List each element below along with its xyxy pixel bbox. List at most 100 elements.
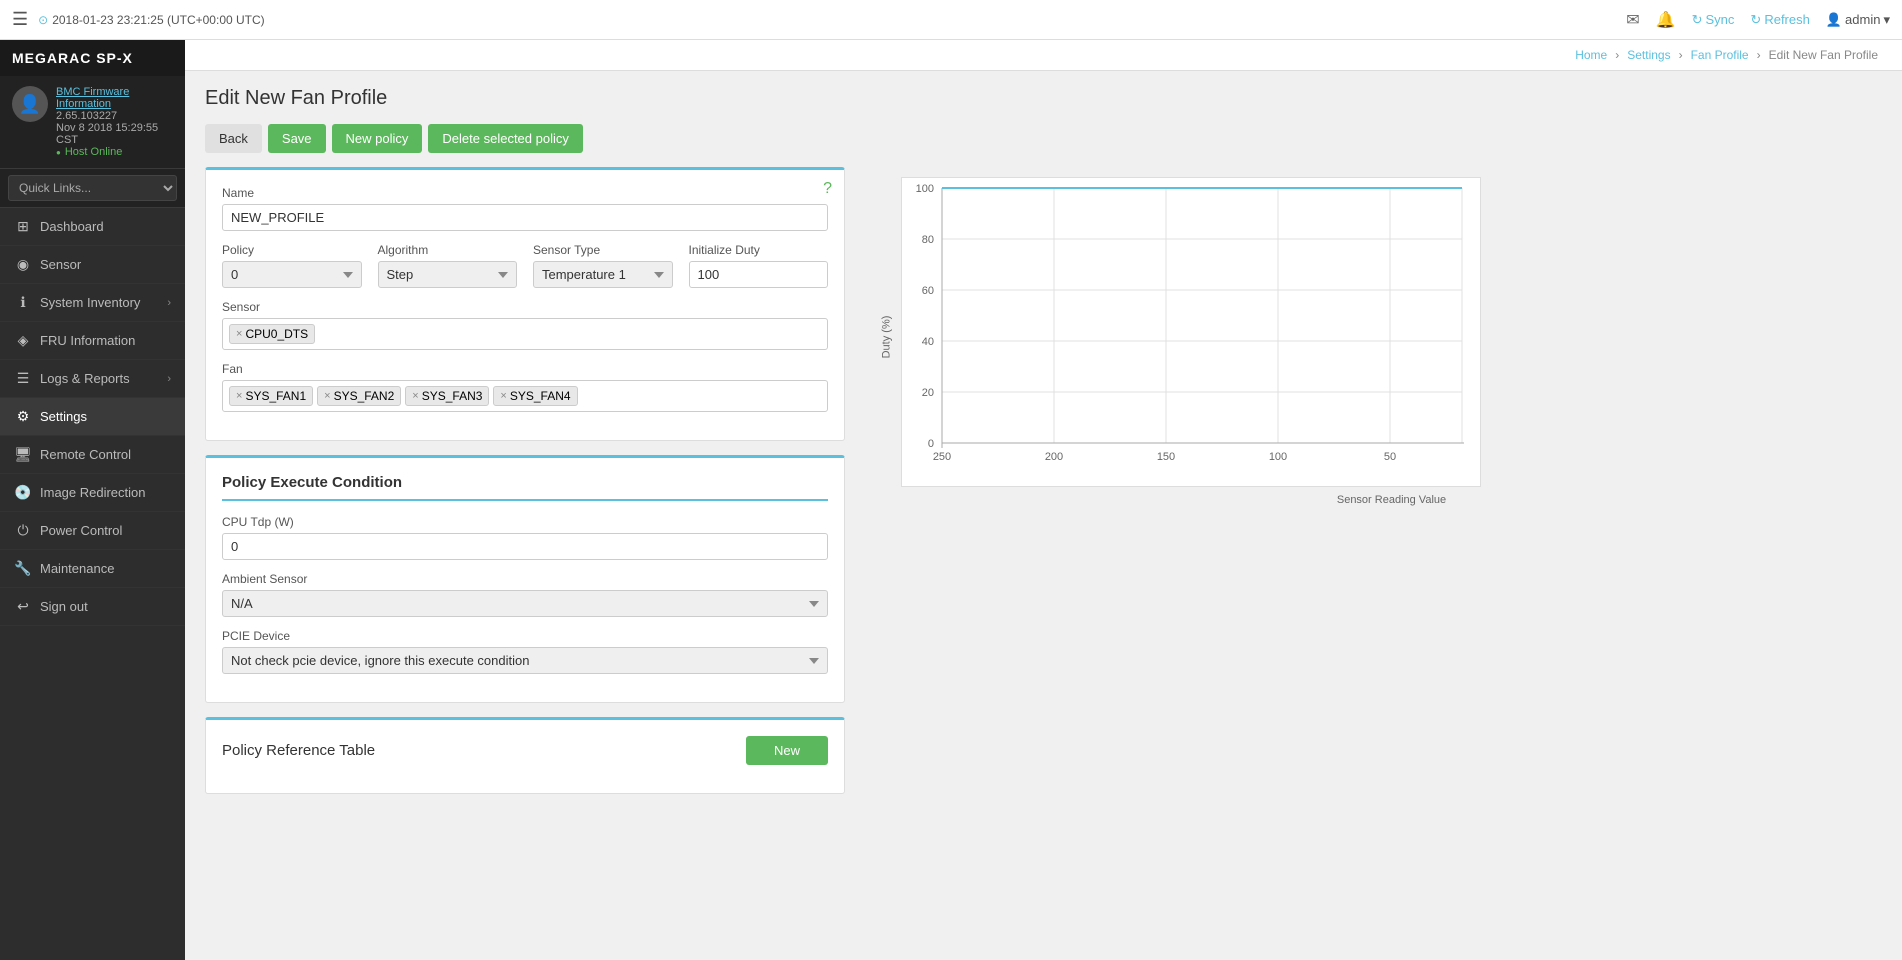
ambient-sensor-select[interactable]: N/A: [222, 590, 828, 617]
refresh-icon: ↻: [1750, 12, 1761, 28]
init-duty-input[interactable]: [689, 261, 829, 288]
fan-group: Fan × SYS_FAN1 × SYS_FAN2: [222, 362, 828, 412]
fan-tag-input[interactable]: × SYS_FAN1 × SYS_FAN2 × SYS_FAN3: [222, 380, 828, 412]
quicklinks[interactable]: Quick Links...: [0, 169, 185, 208]
sidebar-label-fru-information: FRU Information: [40, 333, 135, 348]
sidebar-label-remote-control: Remote Control: [40, 447, 131, 462]
algorithm-select[interactable]: Step: [378, 261, 518, 288]
sidebar-item-system-inventory[interactable]: ℹ System Inventory ›: [0, 284, 185, 322]
sidebar-item-power-control[interactable]: ⏻ Power Control: [0, 512, 185, 550]
chart-y-label: Duty (%): [880, 315, 892, 358]
breadcrumb-settings[interactable]: Settings: [1627, 48, 1670, 62]
sidebar-label-dashboard: Dashboard: [40, 219, 104, 234]
svg-text:20: 20: [922, 387, 934, 399]
policy-ref-title: Policy Reference Table: [222, 742, 375, 759]
sensor-type-label: Sensor Type: [533, 243, 673, 257]
chart-x-label: Sensor Reading Value: [901, 494, 1882, 506]
pcie-device-select[interactable]: Not check pcie device, ignore this execu…: [222, 647, 828, 674]
sidebar-item-maintenance[interactable]: 🔧 Maintenance: [0, 550, 185, 588]
cpu-tdp-input[interactable]: [222, 533, 828, 560]
fw-date: Nov 8 2018 15:29:55 CST: [56, 122, 173, 146]
svg-text:150: 150: [1157, 451, 1175, 463]
fan-tag-3-remove[interactable]: ×: [412, 390, 418, 402]
cpu-tdp-group: CPU Tdp (W): [222, 515, 828, 560]
timestamp-text: 2018-01-23 23:21:25 (UTC+00:00 UTC): [52, 13, 264, 27]
fan-tag-3: × SYS_FAN3: [405, 386, 489, 406]
breadcrumb-sep1: ›: [1615, 48, 1619, 62]
sensor-tag-cpu0dts: × CPU0_DTS: [229, 324, 315, 344]
mail-icon[interactable]: ✉: [1626, 10, 1639, 30]
init-duty-label: Initialize Duty: [689, 243, 829, 257]
refresh-label: Refresh: [1764, 12, 1810, 27]
sidebar-item-image-redirection[interactable]: 💿 Image Redirection: [0, 474, 185, 512]
save-button[interactable]: Save: [268, 124, 326, 153]
fw-link[interactable]: BMC Firmware Information: [56, 86, 173, 110]
sidebar-item-left-fru-information: ◈ FRU Information: [14, 332, 135, 349]
sidebar-arrow-system-inventory: ›: [167, 297, 171, 309]
sidebar-brand: MEGARAC SP-X: [0, 40, 185, 76]
layout: MEGARAC SP-X 👤 BMC Firmware Information …: [0, 40, 1902, 960]
breadcrumb-home[interactable]: Home: [1575, 48, 1607, 62]
bell-icon[interactable]: 🔔: [1656, 10, 1676, 30]
new-table-button[interactable]: New: [746, 736, 828, 765]
breadcrumb: Home › Settings › Fan Profile › Edit New…: [185, 40, 1902, 71]
fan-profile-chart: 100 80 60 40 20 0 250 200 150 100 50: [901, 177, 1481, 487]
breadcrumb-fanprofile[interactable]: Fan Profile: [1691, 48, 1749, 62]
sidebar-label-power-control: Power Control: [40, 523, 122, 538]
name-group: Name: [222, 186, 828, 231]
pcie-device-group: PCIE Device Not check pcie device, ignor…: [222, 629, 828, 674]
sidebar-item-left-settings: ⚙ Settings: [14, 408, 87, 425]
fan-tag-2-remove[interactable]: ×: [324, 390, 330, 402]
form-section: ? Name Policy 0: [205, 167, 845, 794]
sidebar-item-sensor[interactable]: ◉ Sensor: [0, 246, 185, 284]
topbar-timestamp: ⊙ 2018-01-23 23:21:25 (UTC+00:00 UTC): [38, 13, 265, 27]
svg-text:100: 100: [916, 183, 934, 195]
topbar-left: ☰ ⊙ 2018-01-23 23:21:25 (UTC+00:00 UTC): [12, 9, 265, 30]
sidebar-icon-dashboard: ⊞: [14, 218, 32, 235]
sidebar-item-left-maintenance: 🔧 Maintenance: [14, 560, 114, 577]
sidebar-item-settings[interactable]: ⚙ Settings: [0, 398, 185, 436]
content-split: ? Name Policy 0: [205, 167, 1882, 794]
sensor-tag-remove[interactable]: ×: [236, 328, 242, 340]
sidebar-item-remote-control[interactable]: 🖥 Remote Control: [0, 436, 185, 474]
sidebar-icon-remote-control: 🖥: [14, 446, 32, 463]
refresh-button[interactable]: ↻ Refresh: [1750, 12, 1809, 28]
sidebar-item-logs-reports[interactable]: ☰ Logs & Reports ›: [0, 360, 185, 398]
main-content: Home › Settings › Fan Profile › Edit New…: [185, 40, 1902, 960]
back-button[interactable]: Back: [205, 124, 262, 153]
fan-tag-4-remove[interactable]: ×: [500, 390, 506, 402]
sensor-tag-input[interactable]: × CPU0_DTS: [222, 318, 828, 350]
user-icon: 👤: [1826, 12, 1842, 28]
sensor-type-select[interactable]: Temperature 1: [533, 261, 673, 288]
fan-label: Fan: [222, 362, 828, 376]
sensor-type-group: Sensor Type Temperature 1: [533, 243, 673, 288]
sidebar-item-dashboard[interactable]: ⊞ Dashboard: [0, 208, 185, 246]
fan-tag-1-remove[interactable]: ×: [236, 390, 242, 402]
name-input[interactable]: [222, 204, 828, 231]
sidebar-icon-sign-out: ↩: [14, 598, 32, 615]
policy-ref-card: Policy Reference Table New: [205, 717, 845, 794]
sidebar-icon-fru-information: ◈: [14, 332, 32, 349]
new-policy-button[interactable]: New policy: [332, 124, 423, 153]
user-menu[interactable]: 👤 admin ▾: [1826, 12, 1890, 28]
quicklinks-select[interactable]: Quick Links...: [8, 175, 177, 201]
sync-button[interactable]: ↻ Sync: [1692, 12, 1735, 28]
sidebar-item-fru-information[interactable]: ◈ FRU Information: [0, 322, 185, 360]
pcie-device-label: PCIE Device: [222, 629, 828, 643]
content-area: Edit New Fan Profile Back Save New polic…: [185, 71, 1902, 810]
ambient-sensor-group: Ambient Sensor N/A: [222, 572, 828, 617]
sidebar-item-sign-out[interactable]: ↩ Sign out: [0, 588, 185, 626]
sidebar-item-left-power-control: ⏻ Power Control: [14, 522, 122, 539]
ambient-sensor-label: Ambient Sensor: [222, 572, 828, 586]
menu-icon[interactable]: ☰: [12, 9, 28, 30]
delete-policy-button[interactable]: Delete selected policy: [428, 124, 582, 153]
sidebar: MEGARAC SP-X 👤 BMC Firmware Information …: [0, 40, 185, 960]
fan-tag-1: × SYS_FAN1: [229, 386, 313, 406]
policy-select[interactable]: 0: [222, 261, 362, 288]
algorithm-group: Algorithm Step: [378, 243, 518, 288]
sidebar-item-left-sensor: ◉ Sensor: [14, 256, 81, 273]
policy-execute-card: Policy Execute Condition CPU Tdp (W) Amb…: [205, 455, 845, 703]
svg-text:0: 0: [928, 438, 934, 450]
help-icon[interactable]: ?: [823, 180, 832, 198]
policy-execute-title: Policy Execute Condition: [222, 474, 828, 501]
